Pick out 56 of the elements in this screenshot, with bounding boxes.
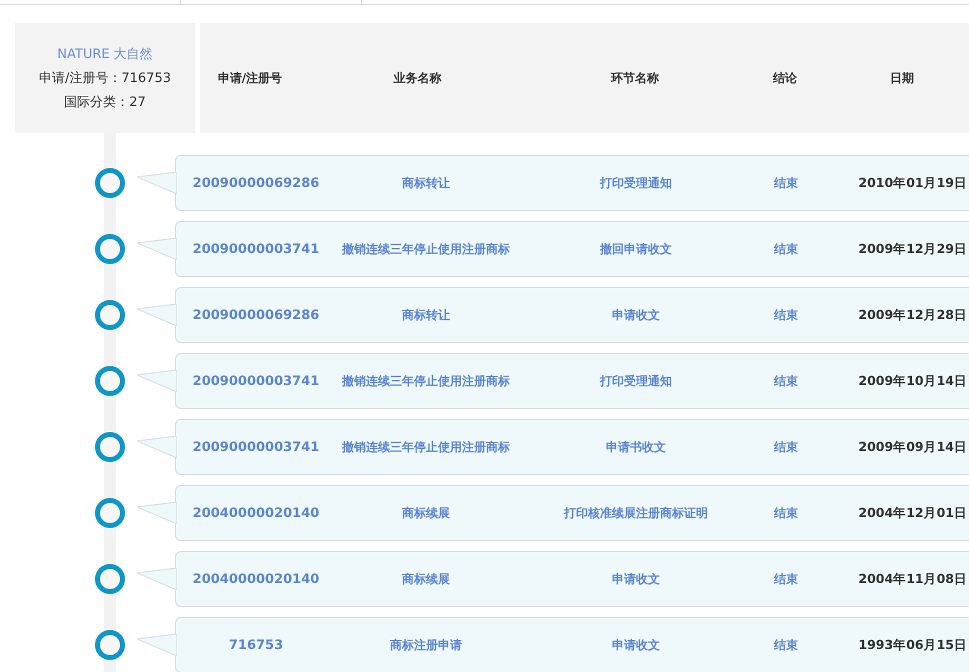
- column-header: 业务名称: [392, 70, 442, 86]
- registration-link[interactable]: 20090000003741: [176, 374, 336, 388]
- step-name: 打印受理通知: [598, 372, 673, 390]
- business-name: 商标续展: [401, 504, 451, 522]
- date: 2004年11月08日: [857, 570, 968, 588]
- step-name: 申请书收文: [605, 438, 667, 456]
- timeline-node: [95, 300, 125, 330]
- business-name: 商标转让: [401, 174, 451, 192]
- date: 1993年06月15日: [857, 636, 968, 654]
- conclusion: 结束: [772, 504, 799, 522]
- trademark-name: NATURE 大自然: [57, 46, 153, 63]
- registration-link[interactable]: 20040000020140: [176, 506, 336, 520]
- step-name: 打印核准续展注册商标证明: [562, 504, 709, 522]
- date: 2009年12月28日: [857, 306, 968, 324]
- step-name: 打印受理通知: [598, 174, 673, 192]
- date: 2010年01月19日: [857, 174, 968, 192]
- registration-link[interactable]: 20040000020140: [176, 572, 336, 586]
- registration-link[interactable]: 716753: [176, 638, 336, 652]
- date: 2009年12月29日: [857, 240, 968, 258]
- timeline-node: [95, 630, 125, 660]
- column-header: 申请/注册号: [216, 70, 284, 86]
- column-header: 结论: [772, 70, 798, 86]
- timeline-node: [95, 432, 125, 462]
- business-name: 撤销连续三年停止使用注册商标: [340, 438, 511, 456]
- date: 2009年09月14日: [857, 438, 968, 456]
- conclusion: 结束: [772, 636, 799, 654]
- timeline-node: [95, 564, 125, 594]
- conclusion: 结束: [772, 174, 799, 192]
- business-name: 撤销连续三年停止使用注册商标: [340, 372, 511, 390]
- conclusion: 结束: [772, 240, 799, 258]
- registration-link[interactable]: 20090000069286: [176, 176, 336, 190]
- business-name: 商标注册申请: [389, 636, 463, 654]
- registration-link[interactable]: 20090000003741: [176, 242, 336, 256]
- column-header: 环节名称: [610, 70, 660, 86]
- timeline-node: [95, 168, 125, 198]
- timeline-node: [95, 366, 125, 396]
- registration-number: 申请/注册号：716753: [38, 70, 171, 87]
- registration-link[interactable]: 20090000069286: [176, 308, 336, 322]
- date: 2009年10月14日: [857, 372, 968, 390]
- step-name: 申请收文: [611, 570, 661, 588]
- registration-link[interactable]: 20090000003741: [176, 440, 336, 454]
- business-name: 商标续展: [401, 570, 451, 588]
- timeline-node: [95, 234, 125, 264]
- date: 2004年12月01日: [857, 504, 968, 522]
- conclusion: 结束: [772, 570, 799, 588]
- timeline-node: [95, 498, 125, 528]
- conclusion: 结束: [772, 438, 799, 456]
- international-class: 国际分类：27: [64, 94, 146, 111]
- column-header: 日期: [889, 70, 915, 86]
- step-name: 申请收文: [611, 636, 661, 654]
- business-name: 商标转让: [401, 306, 451, 324]
- step-name: 撤回申请收文: [598, 240, 673, 258]
- conclusion: 结束: [772, 372, 799, 390]
- conclusion: 结束: [772, 306, 799, 324]
- step-name: 申请收文: [611, 306, 661, 324]
- business-name: 撤销连续三年停止使用注册商标: [340, 240, 511, 258]
